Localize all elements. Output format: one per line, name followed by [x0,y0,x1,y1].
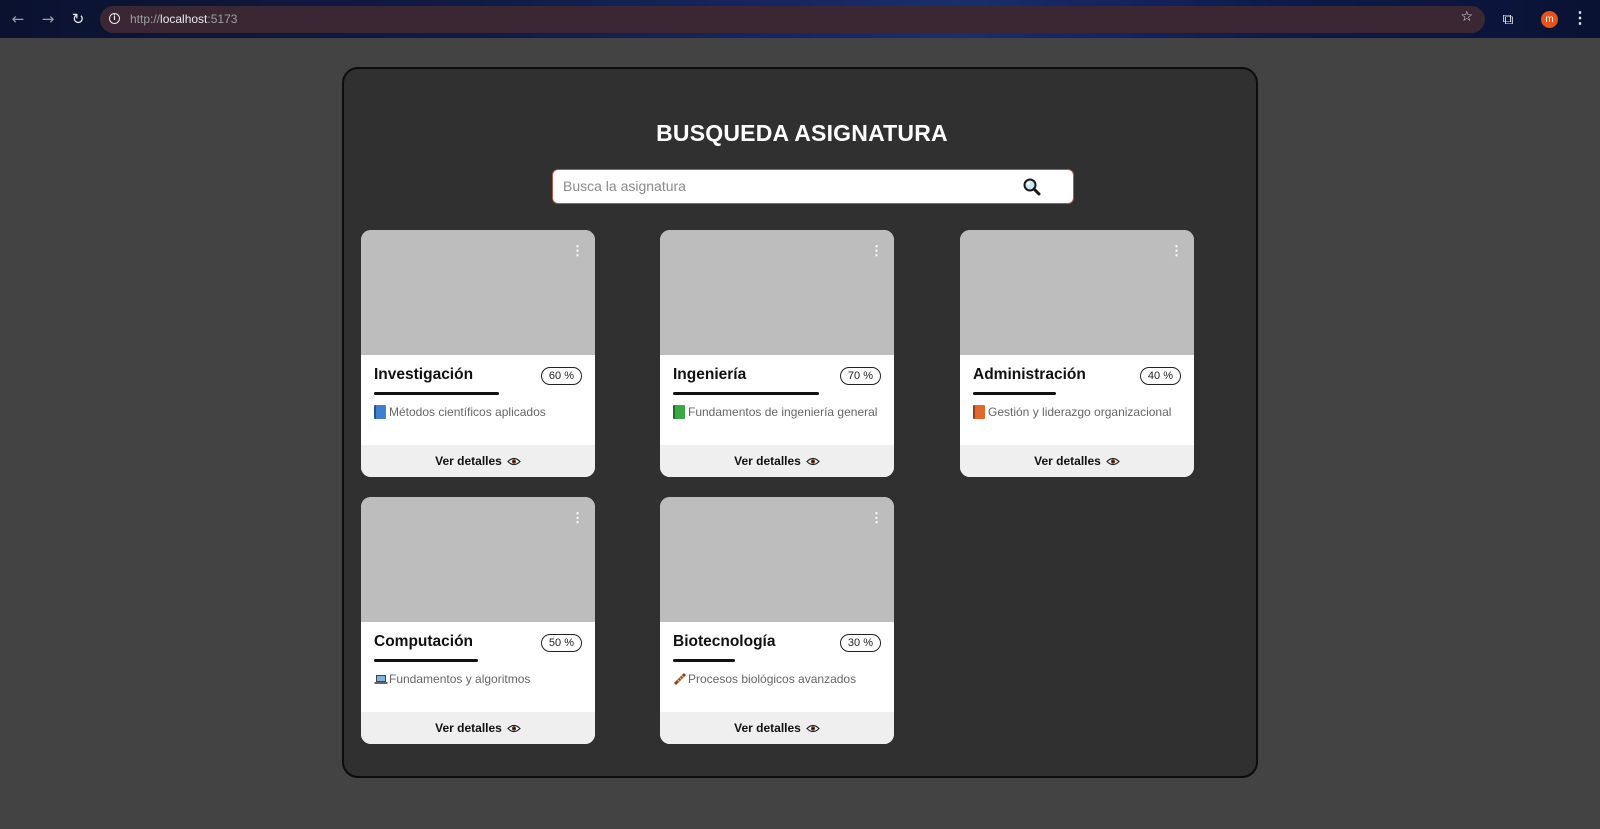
url-text[interactable]: http://localhost:5173 [130,12,237,26]
eye-icon [507,457,521,466]
card-image-placeholder [660,497,894,622]
view-details-label: Ver detalles [1034,454,1101,468]
card-progress-bar [673,392,881,395]
browser-menu-icon[interactable]: ⋮ [1572,9,1588,29]
card-description: Fundamentos y algoritmos [374,672,530,686]
card-more-options-icon[interactable]: ⋮ [870,244,883,258]
card-title: Ingeniería [673,366,747,383]
card-progress-fill [374,659,478,662]
card-image-placeholder [660,230,894,355]
view-details-button[interactable]: Ver detalles [361,445,595,477]
view-details-label: Ver detalles [435,454,502,468]
green-book-icon [673,405,685,419]
subject-card: ⋮ Investigación 60 % Métodos científicos ap… [361,230,595,477]
card-progress-fill [673,659,736,662]
eye-icon [507,724,521,733]
card-description-text: Métodos científicos aplicados [389,405,546,419]
view-details-button[interactable]: Ver detalles [660,712,894,744]
card-more-options-icon[interactable]: ⋮ [571,244,584,258]
card-image-placeholder [361,230,595,355]
search-icon[interactable] [1021,176,1043,198]
view-details-button[interactable]: Ver detalles [960,445,1194,477]
card-description: Gestión y liderazgo organizacional [973,405,1171,419]
subject-card: ⋮ Ingeniería 70 % Fundamentos de ingeniería… [660,230,894,477]
card-description-text: Fundamentos de ingeniería general [688,405,878,419]
card-description-text: Gestión y liderazgo organizacional [988,405,1172,419]
card-progress-badge: 60 % [540,367,582,385]
card-progress-bar [673,659,881,662]
orange-book-icon [973,405,985,419]
bookmark-star-icon[interactable]: ☆ [1460,9,1473,25]
url-scheme: http:// [130,12,161,26]
card-image-placeholder [361,497,595,622]
search-box [552,169,1074,204]
search-input[interactable] [553,170,1023,202]
reload-icon[interactable]: ↻ [68,9,88,29]
card-progress-fill [673,392,819,395]
eye-icon [806,724,820,733]
laptop-icon [374,672,388,686]
profile-avatar[interactable]: m [1541,11,1558,28]
view-details-label: Ver detalles [734,454,801,468]
card-description-text: Procesos biológicos avanzados [688,672,857,686]
card-progress-badge: 40 % [1139,367,1181,385]
card-progress-badge: 70 % [839,367,881,385]
extensions-puzzle-icon[interactable]: ⧉ [1498,9,1518,29]
view-details-label: Ver detalles [435,721,502,735]
page-title: BUSQUEDA ASIGNATURA [656,120,948,146]
subject-card: ⋮ Administración 40 % Gestión y liderazgo o… [960,230,1194,477]
card-progress-badge: 30 % [839,634,881,652]
card-progress-badge: 50 % [540,634,582,652]
card-more-options-icon[interactable]: ⋮ [571,511,584,525]
view-details-button[interactable]: Ver detalles [361,712,595,744]
back-arrow-icon[interactable]: ← [8,9,28,29]
card-title: Biotecnología [673,633,776,650]
view-details-button[interactable]: Ver detalles [660,445,894,477]
card-description: Fundamentos de ingeniería general [673,405,877,419]
card-description-text: Fundamentos y algoritmos [389,672,531,686]
subject-card: ⋮ Biotecnología 30 % Procesos biológicos av… [660,497,894,744]
card-progress-fill [973,392,1057,395]
url-port: :5173 [207,12,238,26]
address-bar[interactable]: i http://localhost:5173 ☆ [100,6,1485,33]
eye-icon [806,457,820,466]
card-progress-fill [374,392,499,395]
view-details-label: Ver detalles [734,721,801,735]
dna-icon [673,672,687,686]
card-title: Administración [973,366,1086,383]
subject-card: ⋮ Computación 50 % Fundamentos y algoritmos… [361,497,595,744]
blue-book-icon [374,405,386,419]
card-description: Métodos científicos aplicados [374,405,546,419]
card-progress-bar [973,392,1181,395]
card-progress-bar [374,392,582,395]
card-title: Computación [374,633,474,650]
card-progress-bar [374,659,582,662]
card-description: Procesos biológicos avanzados [673,672,856,686]
card-more-options-icon[interactable]: ⋮ [870,511,883,525]
browser-toolbar: ← → ↻ i http://localhost:5173 ☆ ⧉ m ⋮ [0,0,1600,38]
card-more-options-icon[interactable]: ⋮ [1170,244,1183,258]
url-host: localhost [160,12,208,26]
card-title: Investigación [374,366,474,383]
site-info-icon[interactable]: i [109,13,120,24]
forward-arrow-icon[interactable]: → [38,9,58,29]
eye-icon [1106,457,1120,466]
card-image-placeholder [960,230,1194,355]
